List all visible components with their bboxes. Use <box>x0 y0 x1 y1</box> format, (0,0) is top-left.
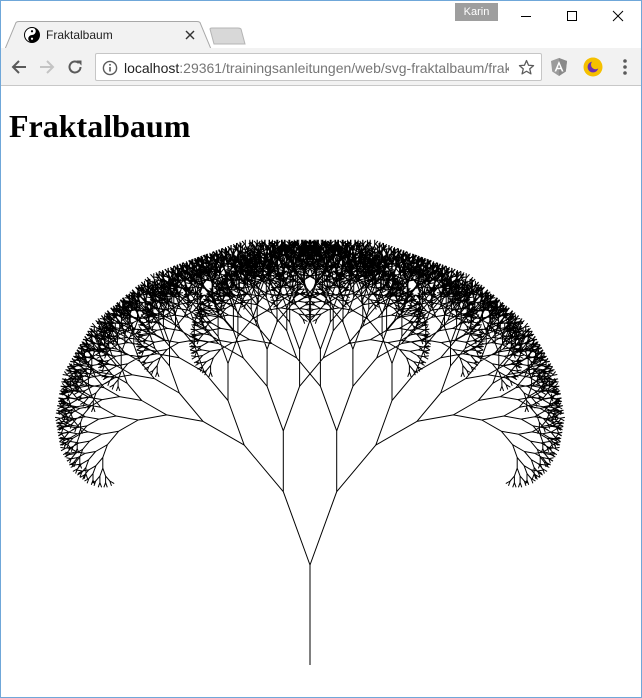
info-icon[interactable] <box>102 60 118 76</box>
maximize-button[interactable] <box>549 1 595 31</box>
maximize-icon <box>567 11 577 21</box>
angular-icon[interactable] <box>549 57 569 77</box>
profile-badge[interactable]: Karin <box>455 3 498 21</box>
tab-fraktalbaum[interactable]: Fraktalbaum <box>5 21 211 49</box>
browser-window: Karin Fraktalbaum localhost:29361/traini… <box>0 0 642 698</box>
star-icon[interactable] <box>518 59 535 76</box>
close-window-button[interactable] <box>595 1 641 31</box>
browser-toolbar: localhost:29361/trainingsanleitungen/web… <box>1 48 641 86</box>
arrow-left-icon <box>11 60 26 74</box>
url-path: :29361/trainingsanleitungen/web/svg-frak… <box>179 60 509 76</box>
kebab-menu-icon[interactable] <box>615 57 635 77</box>
back-button[interactable] <box>8 56 30 78</box>
new-tab-button[interactable] <box>209 27 247 45</box>
url-host: localhost <box>124 60 180 76</box>
moon-icon[interactable] <box>583 57 603 77</box>
yin-yang-icon <box>24 27 40 43</box>
arrow-right-icon <box>40 60 55 74</box>
forward-button[interactable] <box>36 56 58 78</box>
tab-close-icon[interactable] <box>183 28 197 42</box>
reload-icon <box>68 60 82 74</box>
tab-title: Fraktalbaum <box>46 28 113 42</box>
reload-button[interactable] <box>64 56 86 78</box>
minimize-icon <box>521 16 531 17</box>
close-icon <box>612 10 624 22</box>
address-bar[interactable]: localhost:29361/trainingsanleitungen/web… <box>95 53 542 81</box>
fractal-branches <box>55 239 565 665</box>
title-bar: Karin Fraktalbaum <box>1 1 641 49</box>
fractal-tree <box>55 239 565 665</box>
page-content: Fraktalbaum <box>1 87 641 697</box>
url-text[interactable]: localhost:29361/trainingsanleitungen/web… <box>124 60 509 76</box>
minimize-button[interactable] <box>503 1 549 31</box>
